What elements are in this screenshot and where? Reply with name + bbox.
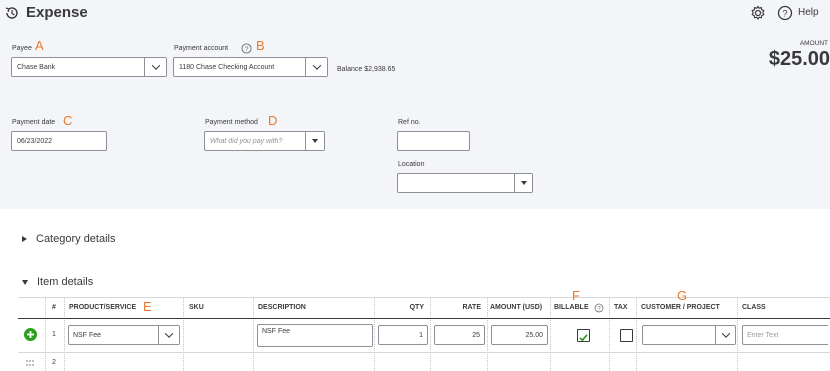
col-header-amount: AMOUNT (USD) — [490, 304, 543, 311]
annotation-f: F — [572, 288, 580, 303]
annotation-a: A — [35, 38, 44, 53]
rate-input[interactable]: 25 — [434, 325, 485, 345]
category-details-heading: Category details — [36, 233, 116, 245]
amount-input[interactable]: 25.00 — [491, 325, 548, 345]
customer-dropdown-button[interactable] — [715, 326, 735, 344]
col-header-tax: TAX — [614, 304, 628, 311]
payment-method-label: Payment method — [205, 119, 258, 126]
product-dropdown-button[interactable] — [158, 326, 179, 344]
ref-no-input[interactable] — [397, 131, 470, 151]
payment-method-placeholder: What did you pay with? — [210, 137, 283, 145]
class-placeholder: Enter Text — [747, 331, 779, 339]
annotation-e: E — [143, 299, 152, 314]
annotation-c: C — [63, 113, 73, 128]
payee-value: Chase Bank — [17, 63, 56, 71]
annotation-b: B — [256, 38, 265, 53]
add-line-icon[interactable] — [24, 328, 37, 341]
payment-account-value: 1180 Chase Checking Account — [179, 63, 275, 71]
page-title: Expense — [26, 4, 88, 21]
col-header-sku: SKU — [189, 304, 204, 311]
payment-account-dropdown-button[interactable] — [305, 58, 327, 76]
item-details-heading: Item details — [37, 276, 94, 288]
description-value: NSF Fee — [262, 328, 291, 335]
col-header-qty: QTY — [409, 304, 424, 311]
chevron-down-icon — [164, 329, 174, 338]
qty-value: 1 — [419, 331, 423, 339]
payment-account-label: Payment account — [174, 45, 229, 52]
amount-value: 25.00 — [525, 331, 543, 339]
location-select[interactable] — [397, 173, 533, 193]
class-input[interactable]: Enter Text — [742, 325, 828, 345]
payee-label: Payee — [12, 45, 32, 52]
annotation-g: G — [677, 288, 688, 303]
col-header-customer-project: CUSTOMER / PROJECT — [641, 304, 720, 311]
col-header-billable: BILLABLE — [554, 304, 589, 311]
payment-date-label: Payment date — [12, 119, 56, 126]
payment-date-input[interactable]: 06/23/2022 — [11, 131, 107, 151]
payee-dropdown-button[interactable] — [144, 58, 166, 76]
balance-value: $2,938.65 — [364, 66, 396, 73]
payment-date-value: 06/23/2022 — [17, 137, 53, 145]
chevron-down-icon — [312, 61, 321, 70]
item-details-toggle[interactable]: Item details — [22, 276, 93, 288]
payment-method-dropdown-button[interactable] — [305, 132, 324, 150]
col-header-number: # — [52, 304, 56, 311]
help-link[interactable]: Help — [798, 7, 819, 18]
help-icon[interactable]: ? — [777, 5, 793, 21]
location-label: Location — [398, 161, 425, 168]
drag-handle-icon[interactable] — [25, 359, 35, 367]
chevron-down-icon — [721, 329, 730, 338]
tax-checkbox[interactable] — [620, 329, 633, 342]
caret-down-icon — [22, 279, 28, 285]
info-icon[interactable]: ? — [594, 303, 604, 313]
amount-total: $25.00 — [768, 48, 830, 70]
balance-label: Balance — [337, 66, 363, 73]
svg-text:?: ? — [245, 46, 249, 53]
chevron-down-icon — [151, 61, 160, 70]
amount-label: AMOUNT — [799, 40, 828, 47]
gear-icon[interactable] — [750, 5, 766, 21]
caret-down-icon — [520, 181, 527, 185]
info-icon[interactable]: ? — [241, 43, 252, 54]
svg-text:?: ? — [782, 9, 787, 19]
product-service-value: NSF Fee — [73, 331, 102, 339]
billable-checkbox[interactable] — [577, 329, 590, 342]
col-header-description: DESCRIPTION — [258, 304, 306, 311]
caret-right-icon — [22, 236, 27, 242]
description-textarea[interactable]: NSF Fee — [257, 324, 373, 347]
location-dropdown-button[interactable] — [514, 174, 532, 192]
checkmark-icon — [579, 334, 588, 342]
annotation-d: D — [268, 113, 278, 128]
ref-no-label: Ref no. — [398, 119, 421, 126]
category-details-toggle[interactable]: Category details — [22, 233, 116, 245]
qty-input[interactable]: 1 — [378, 325, 428, 345]
history-icon[interactable] — [4, 5, 20, 21]
table-row — [0, 353, 830, 371]
row-number: 2 — [52, 359, 56, 366]
header-top-rule — [18, 297, 830, 298]
col-header-rate: RATE — [462, 304, 481, 311]
rate-value: 25 — [472, 331, 480, 339]
balance-display: Balance $2,938.65 — [337, 66, 395, 73]
row-number: 1 — [52, 331, 56, 338]
col-header-product-service: PRODUCT/SERVICE — [69, 304, 137, 311]
caret-down-icon — [312, 139, 318, 143]
col-header-class: CLASS — [742, 304, 766, 311]
